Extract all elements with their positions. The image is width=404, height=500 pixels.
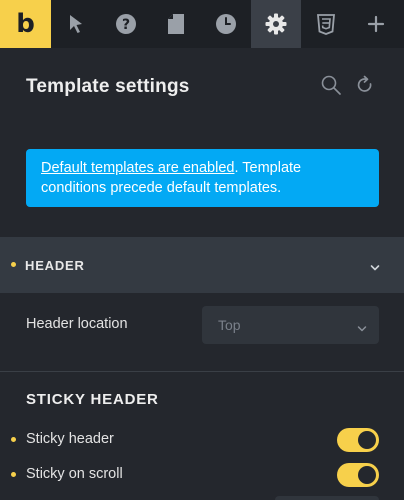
sticky-header-heading: STICKY HEADER [26,391,159,408]
gear-icon [265,13,287,35]
section-title-header: HEADER [25,258,85,273]
header-location-select[interactable]: Top [202,306,379,344]
help-icon: ? [116,14,136,34]
page-title: Template settings [26,76,190,97]
pages-button[interactable] [151,0,201,48]
header-location-value: Top [218,317,241,333]
default-templates-link[interactable]: Default templates are enabled [41,160,234,176]
sticky-header-toggle[interactable] [337,428,379,452]
panel-header: Template settings [0,48,404,130]
add-button[interactable] [351,0,401,48]
default-templates-notice: Default templates are enabled. Template … [26,149,379,207]
sticky-header-label: Sticky header [26,431,114,447]
reset-button[interactable] [356,75,374,100]
history-icon [216,14,236,34]
toggle-knob [358,466,376,484]
builder-toolbar: b ? [0,0,404,48]
elements-button[interactable] [51,0,101,48]
history-button[interactable] [201,0,251,48]
modified-indicator [11,262,16,267]
cursor-icon [70,15,82,33]
logo-text: b [16,9,35,39]
modified-indicator [11,437,16,442]
divider [0,371,404,372]
reset-icon [357,75,372,92]
search-button[interactable] [321,75,341,100]
page-icon [168,14,184,34]
toggle-knob [358,431,376,449]
css3-icon [317,13,335,35]
search-icon [321,75,341,95]
sticky-on-scroll-label: Sticky on scroll [26,466,123,482]
chevron-down-icon [370,259,380,277]
next-control-partial[interactable] [275,496,379,500]
logo-button[interactable]: b [0,0,51,48]
header-section-toggle[interactable]: HEADER [0,237,404,293]
chevron-down-icon [357,320,367,338]
plus-icon [367,15,385,33]
sticky-on-scroll-toggle[interactable] [337,463,379,487]
css-button[interactable] [301,0,351,48]
settings-button[interactable] [251,0,301,48]
svg-text:?: ? [122,17,130,33]
help-button[interactable]: ? [101,0,151,48]
header-location-label: Header location [26,316,128,332]
modified-indicator [11,472,16,477]
